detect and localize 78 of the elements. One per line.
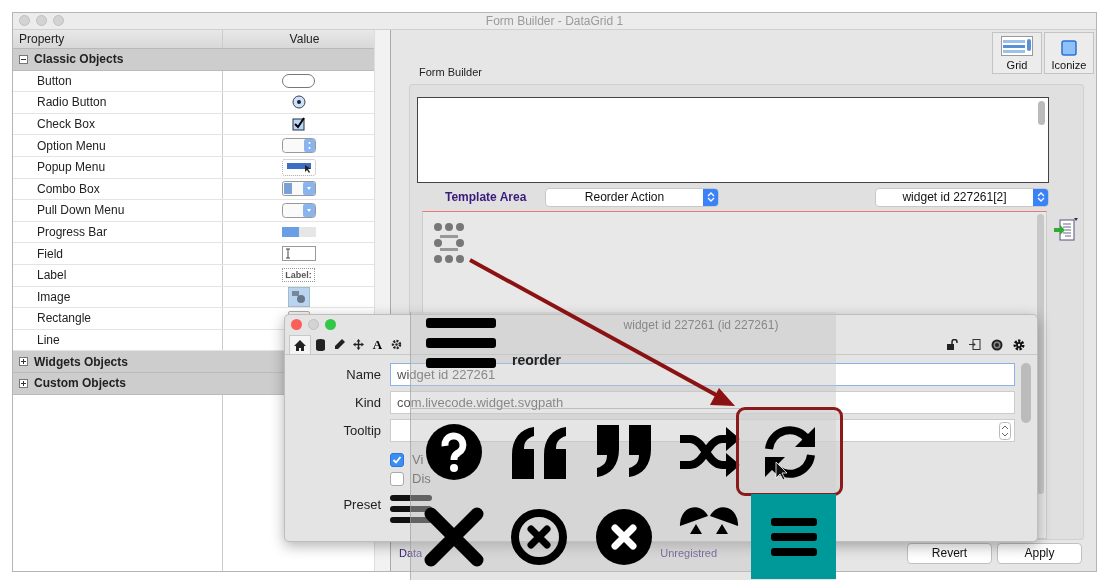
checkbox[interactable]	[390, 452, 404, 467]
grid-view-button[interactable]: Grid	[992, 32, 1042, 74]
reorder-widget-icon[interactable]	[433, 222, 465, 264]
selected-icon-option[interactable]	[751, 494, 836, 579]
move-icon	[353, 339, 364, 350]
action-button[interactable]: Apply	[997, 542, 1082, 564]
label-preview: Label:	[282, 268, 315, 283]
iconize-button[interactable]: Iconize	[1044, 32, 1094, 74]
property-name[interactable]: Pull Down Menu	[13, 200, 223, 221]
field-label: Name	[345, 367, 381, 382]
checkbox-preview	[291, 117, 306, 132]
checkbox[interactable]	[390, 471, 404, 486]
property-name[interactable]: Line	[13, 329, 223, 351]
mouse-cursor-icon	[775, 461, 788, 481]
field-label: Tooltip	[342, 423, 381, 438]
section-title: Form Builder	[419, 66, 483, 80]
property-name[interactable]: Popup Menu	[13, 156, 223, 178]
property-name[interactable]: Rectangle	[13, 308, 223, 329]
emblem-icon[interactable]	[677, 504, 740, 536]
action-button[interactable]: Revert	[907, 542, 992, 564]
property-name[interactable]: Radio Button	[13, 92, 223, 113]
property-name[interactable]: Field	[13, 243, 223, 264]
footer-text: Data Unregistred	[399, 547, 718, 559]
scrollbar-thumb[interactable]	[1037, 214, 1044, 494]
field-label: Preset	[342, 497, 381, 512]
property-name[interactable]: Check Box	[13, 113, 223, 135]
inspector-tab[interactable]: A	[368, 335, 387, 354]
pulldown-menu-preview	[281, 202, 316, 218]
property-name[interactable]: Combo Box	[13, 178, 223, 200]
field-preview	[281, 246, 316, 262]
window-icon	[1061, 40, 1077, 56]
property-name[interactable]: Button	[13, 70, 223, 92]
collapse-icon[interactable]	[19, 54, 28, 64]
selected-icon-option[interactable]	[736, 407, 843, 496]
property-name[interactable]: Option Menu	[13, 135, 223, 156]
gear-icon	[391, 339, 402, 350]
expand-icon[interactable]	[19, 357, 28, 367]
database-icon	[316, 338, 325, 351]
property-name[interactable]: Label	[13, 264, 223, 286]
scrollbar-thumb[interactable]	[1021, 363, 1031, 423]
group-label: Classic Objects	[34, 52, 124, 67]
column-header[interactable]: Property	[19, 30, 65, 48]
checkbox-label: Dis	[412, 471, 431, 486]
column-header[interactable]: Value	[289, 30, 320, 48]
script-editor-icon[interactable]	[1053, 217, 1079, 243]
inspector-tab[interactable]	[289, 335, 311, 354]
group-label: Custom Objects	[34, 376, 126, 391]
home-icon	[294, 339, 306, 351]
property-name[interactable]: Image	[13, 286, 223, 308]
button-preview	[282, 73, 315, 88]
combo-box-preview	[281, 181, 316, 197]
expand-icon[interactable]	[19, 378, 28, 388]
checkbox-label: Vi	[412, 452, 424, 467]
action-popup[interactable]: Reorder Action	[545, 187, 719, 207]
scrollbar-thumb[interactable]	[1038, 101, 1045, 125]
image-preview	[287, 286, 310, 307]
radio-button-preview	[291, 95, 306, 110]
field-label: Kind	[353, 395, 381, 410]
grid-icon	[1001, 36, 1033, 56]
stepper-icon	[1036, 191, 1045, 203]
stepper-icon[interactable]	[999, 421, 1011, 440]
option-menu-preview	[281, 138, 316, 154]
property-name[interactable]: Progress Bar	[13, 221, 223, 243]
popup-menu-preview	[281, 158, 316, 176]
stepper-icon	[706, 191, 715, 203]
settings-icon[interactable]	[1013, 338, 1025, 351]
target-icon[interactable]	[991, 338, 1003, 351]
exit-icon[interactable]	[969, 339, 981, 350]
progress-bar-preview	[281, 227, 316, 238]
window-title: Form Builder - DataGrid 1	[485, 14, 624, 28]
menu-icon	[426, 318, 496, 368]
unlock-icon[interactable]	[947, 339, 959, 350]
template-area-label: Template Area	[445, 190, 528, 204]
window-title: widget id 227261 (id 227261)	[623, 318, 779, 332]
text-area[interactable]	[417, 97, 1049, 183]
widget-popup[interactable]: widget id 227261[2]	[875, 187, 1049, 207]
close-icon[interactable]	[422, 505, 485, 568]
group-label: Widgets Objects	[34, 354, 128, 369]
